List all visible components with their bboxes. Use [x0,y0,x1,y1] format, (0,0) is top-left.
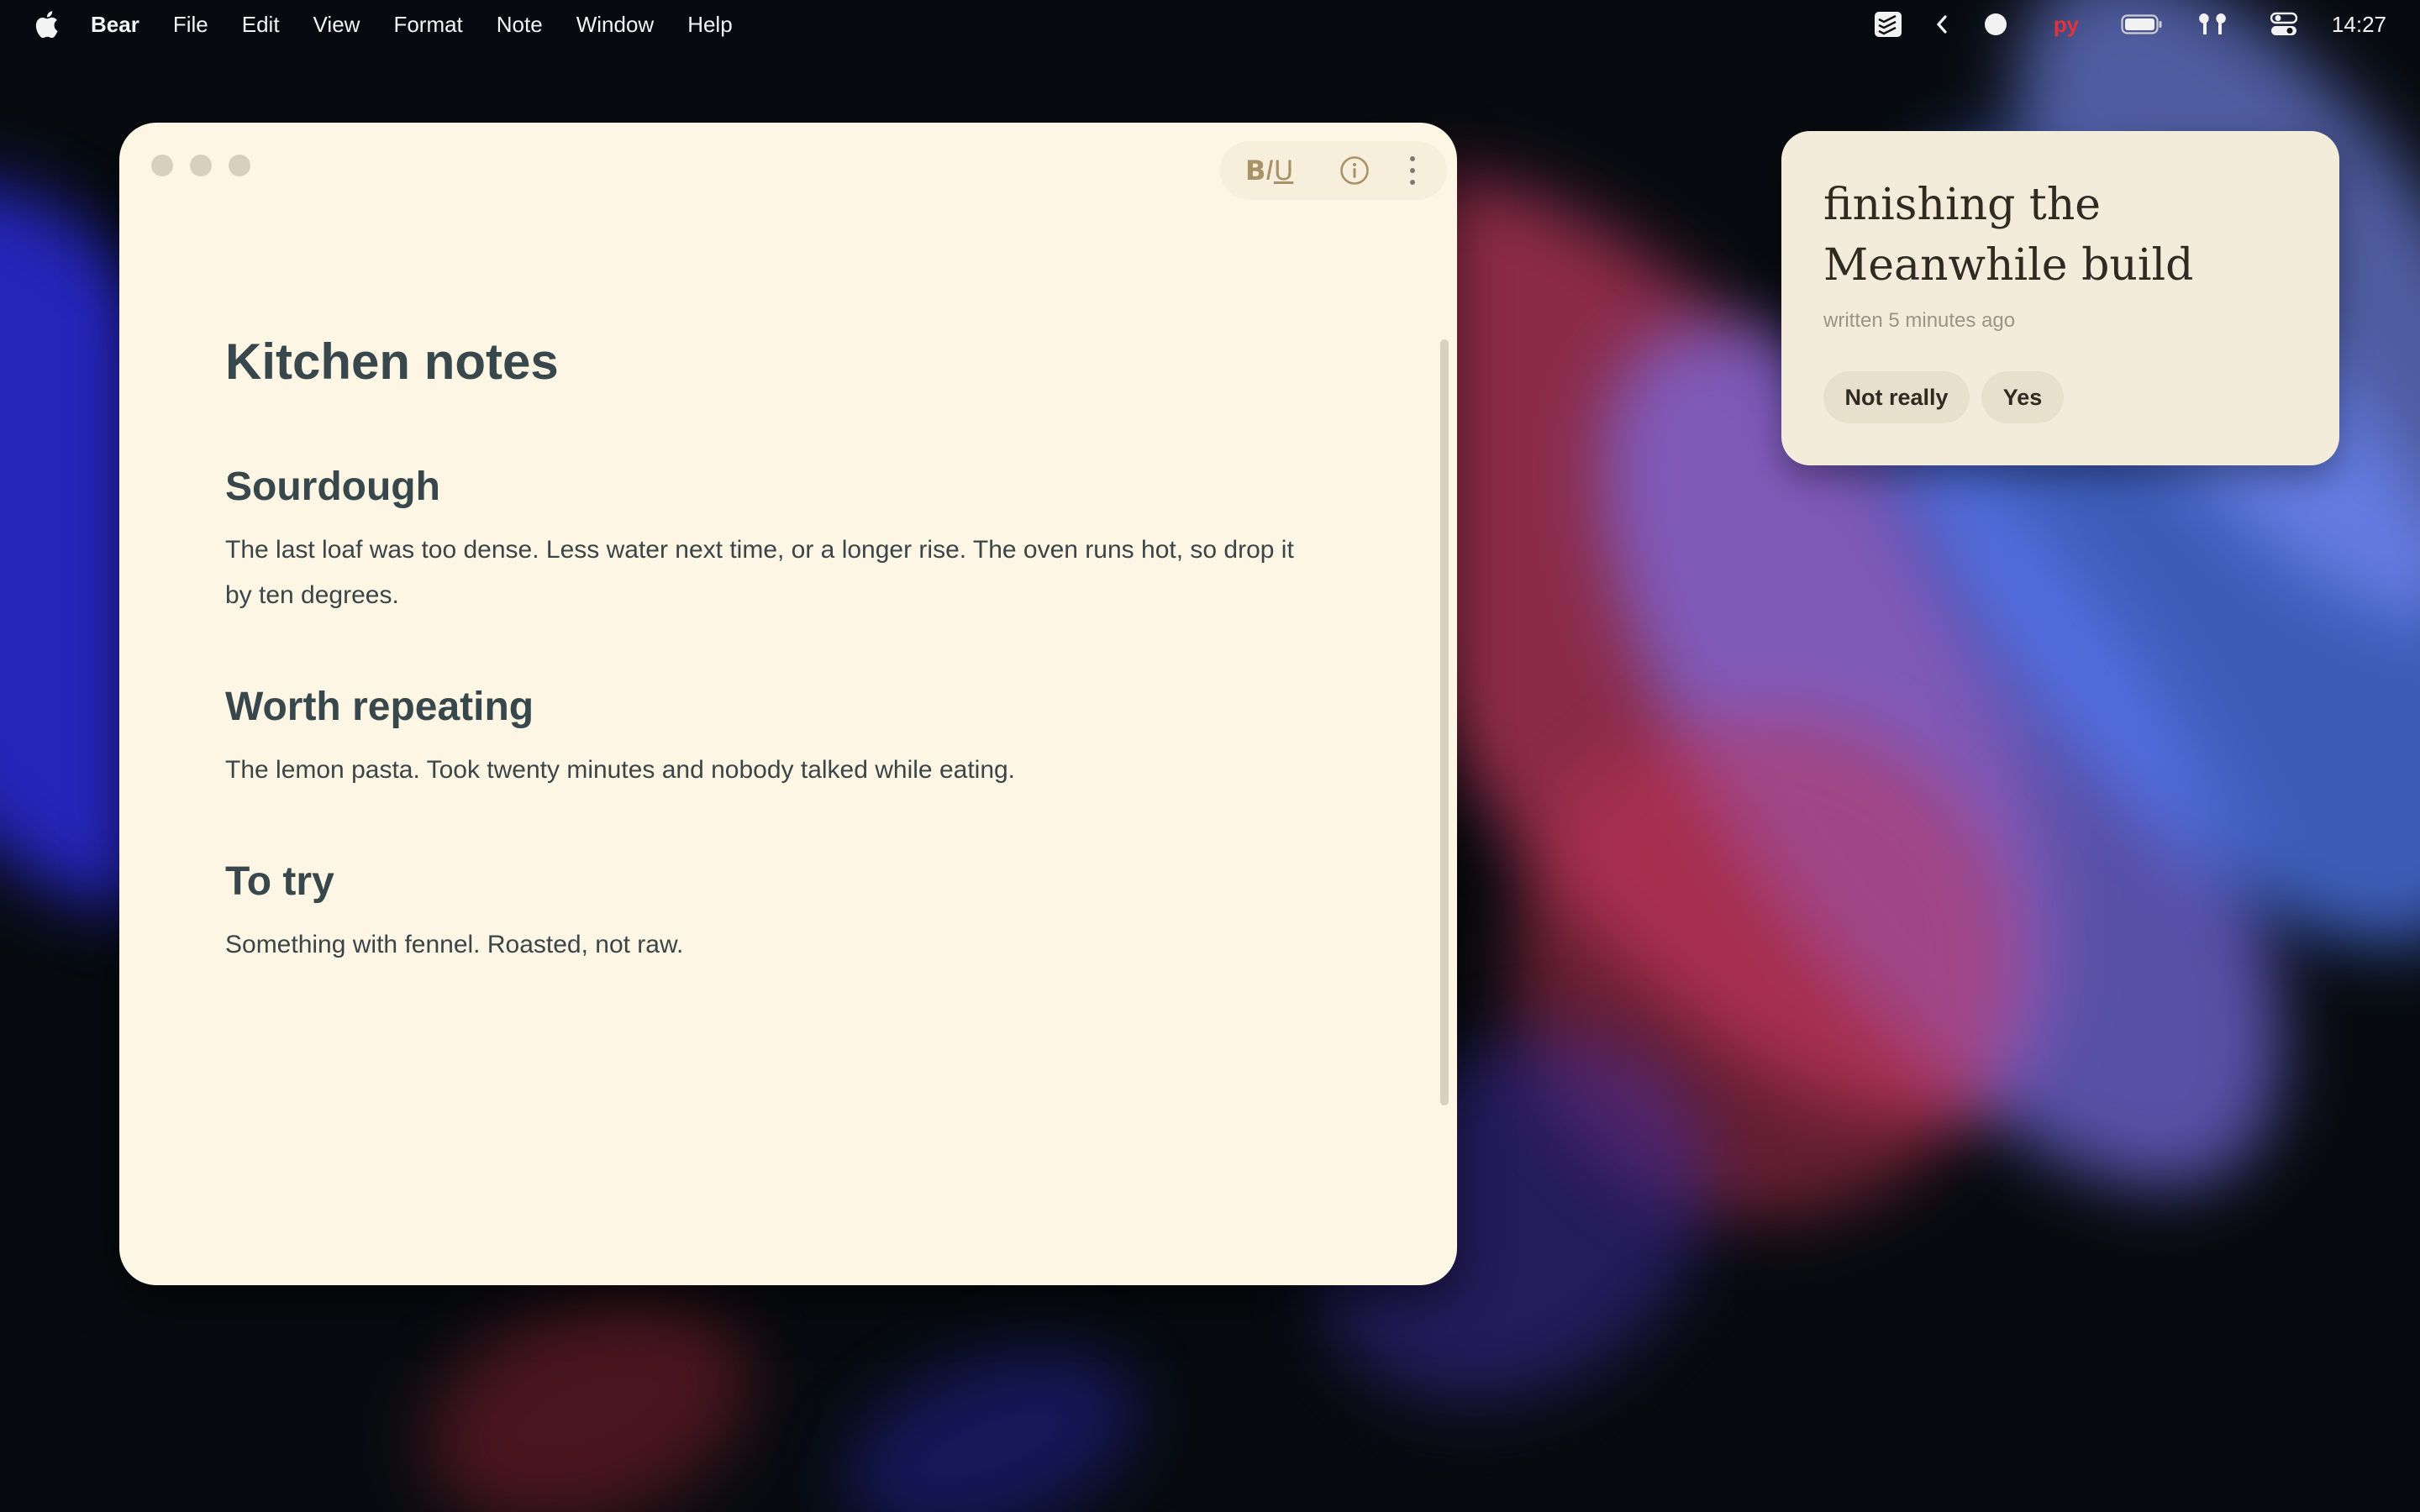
italic-label: I [1265,155,1274,186]
menu-bar: Bear File Edit View Format Note Window H… [0,0,2420,49]
battery-icon[interactable] [2105,0,2179,49]
zoom-window-button[interactable] [229,155,250,176]
not-really-button[interactable]: Not really [1823,371,1970,423]
bold-label: B [1245,155,1266,186]
section-body: The last loaf was too dense. Less water … [225,536,1294,609]
close-window-button[interactable] [151,155,173,176]
note-title: Kitchen notes [225,333,559,390]
input-source-indicator[interactable]: ру [2028,0,2105,49]
circle-status-icon[interactable] [1964,0,2028,49]
notification-title: finishing the Meanwhile build [1823,180,2194,291]
yes-button[interactable]: Yes [1981,371,2064,423]
menu-file[interactable]: File [173,12,208,38]
chevron-left-icon[interactable] [1920,0,1964,49]
section-heading: Worth repeating [225,685,534,729]
menu-note[interactable]: Note [497,12,543,38]
menu-view[interactable]: View [313,12,360,38]
airpods-icon[interactable] [2179,0,2246,49]
todoist-status-icon[interactable] [1856,0,1920,49]
minimize-window-button[interactable] [190,155,212,176]
window-titlebar[interactable]: BIU [119,123,1457,210]
text-format-button[interactable]: BIU [1245,155,1293,186]
note-window: BIU Kitchen notes Sourdough The last loa… [119,123,1457,1285]
menu-bear[interactable]: Bear [91,12,139,38]
editor-toolbar: BIU [1220,141,1447,200]
section-heading: Sourdough [225,465,440,509]
menu-help[interactable]: Help [687,12,732,38]
section-body: The lemon pasta. Took twenty minutes and… [225,756,1016,784]
more-options-icon[interactable] [1407,154,1418,187]
menu-format[interactable]: Format [393,12,462,38]
info-icon[interactable] [1339,155,1370,186]
apple-menu-icon[interactable] [34,11,59,38]
menu-window[interactable]: Window [576,12,654,38]
prompt-notification-card: finishing the Meanwhile build written 5 … [1781,131,2339,465]
editor-scrollbar[interactable] [1440,339,1449,1105]
control-center-icon[interactable] [2246,0,2322,49]
section-heading: To try [225,859,334,904]
menubar-clock[interactable]: 14:27 [2322,0,2386,49]
section-body: Something with fennel. Roasted, not raw. [225,931,684,958]
underline-label: U [1273,155,1294,186]
notification-subtitle: written 5 minutes ago [1823,309,2016,332]
menu-edit[interactable]: Edit [242,12,280,38]
